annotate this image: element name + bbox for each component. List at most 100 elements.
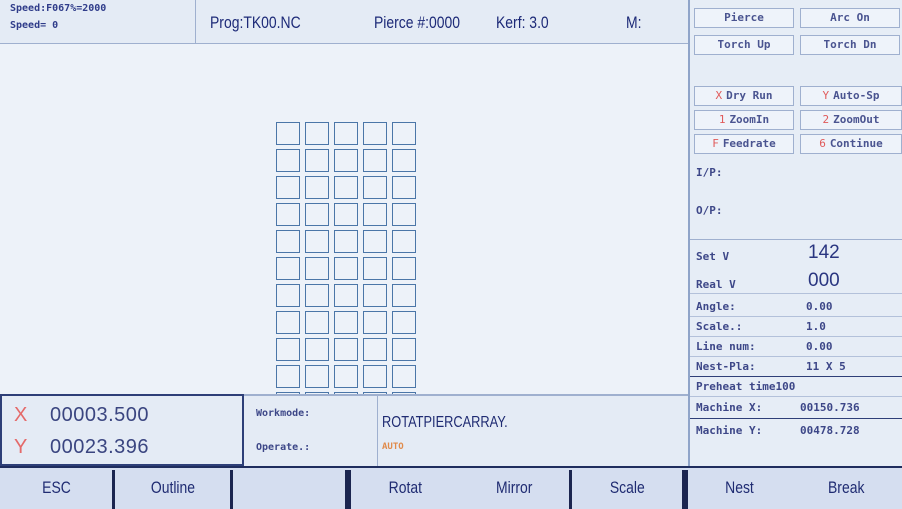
machine-x-label: Machine X: <box>696 401 763 414</box>
nest-plan-value: 11 X 5 <box>806 360 846 373</box>
workmode-values: ROTATPIERCARRAY. AUTO <box>378 394 688 466</box>
break-button[interactable]: Break <box>790 468 902 509</box>
nest-part-cell <box>334 149 358 172</box>
nest-part-cell <box>276 338 300 361</box>
preheat-text: Preheat time100 <box>696 380 796 393</box>
nest-part-cell <box>276 257 300 280</box>
nest-part-cell <box>334 365 358 388</box>
nest-part-cell <box>305 203 329 226</box>
nest-part-cell <box>305 176 329 199</box>
nest-part-cell <box>334 284 358 307</box>
nest-part-cell <box>363 311 387 334</box>
kerf-value: Kerf: 3.0 <box>496 13 549 32</box>
nest-part-cell <box>334 257 358 280</box>
nest-part-cell <box>334 203 358 226</box>
nest-part-cell <box>392 257 416 280</box>
nest-part-cell <box>276 365 300 388</box>
workmode-value: ROTATPIERCARRAY. <box>382 414 508 431</box>
hotkey-1: 1 <box>718 113 726 126</box>
outline-button[interactable]: Outline <box>115 468 230 509</box>
blank-softkey[interactable] <box>233 468 345 509</box>
speed-panel: Speed:F067%=2000 Speed= 0 <box>0 0 196 44</box>
nest-part-cell <box>363 203 387 226</box>
arc-on-button[interactable]: Arc On <box>800 8 900 28</box>
nest-part-cell <box>392 365 416 388</box>
nest-part-cell <box>276 230 300 253</box>
zoom-out-button[interactable]: 2 ZoomOut <box>800 110 902 130</box>
nest-part-cell <box>392 149 416 172</box>
position-readout: X 00003.500 Y 00023.396 <box>0 394 244 466</box>
nest-part-cell <box>276 149 300 172</box>
speed-current: Speed= 0 <box>10 20 59 31</box>
nest-part-cell <box>392 203 416 226</box>
m-code: M: <box>626 13 642 32</box>
nest-part-cell <box>392 284 416 307</box>
nest-part-cell <box>276 284 300 307</box>
zoom-out-label: ZoomOut <box>833 113 880 126</box>
angle-value: 0.00 <box>806 300 833 313</box>
nest-part-cell <box>334 338 358 361</box>
machine-y-label: Machine Y: <box>696 424 763 437</box>
set-voltage-row: Set V 142 <box>690 242 902 266</box>
x-axis-label: X <box>14 404 28 426</box>
y-position-value: 00023.396 <box>50 436 150 458</box>
esc-button[interactable]: ESC <box>0 468 112 509</box>
operate-value: AUTO <box>382 442 404 452</box>
softkey-toolbar: ESC Outline Rotat Mirror Scale Nest Brea… <box>0 466 902 509</box>
nest-part-cell <box>392 122 416 145</box>
line-num-value: 0.00 <box>806 340 833 353</box>
dry-run-button[interactable]: X Dry Run <box>694 86 794 106</box>
nest-part-cell <box>276 203 300 226</box>
nest-plan-row: Nest-Pla: 11 X 5 <box>690 357 902 377</box>
mirror-button[interactable]: Mirror <box>459 468 569 509</box>
angle-row: Angle: 0.00 <box>690 297 902 317</box>
feedrate-button[interactable]: F Feedrate <box>694 134 794 154</box>
nest-part-cell <box>305 311 329 334</box>
input-label: I/P: <box>696 166 723 179</box>
nest-button[interactable]: Nest <box>688 468 790 509</box>
program-status-bar: Prog:TK00.NC Pierce #:0000 Kerf: 3.0 M: <box>196 0 688 44</box>
hotkey-2: 2 <box>822 113 830 126</box>
io-status: I/P: O/P: <box>690 160 902 240</box>
machine-x-row: Machine X: 00150.736 <box>690 397 902 419</box>
operate-label: Operate.: <box>256 442 311 453</box>
nest-part-cell <box>363 257 387 280</box>
nest-part-cell <box>305 284 329 307</box>
auto-speed-label: Auto-Sp <box>833 89 880 102</box>
nest-part-cell <box>334 176 358 199</box>
y-axis-label: Y <box>14 436 28 458</box>
nest-plan-label: Nest-Pla: <box>696 360 756 373</box>
nest-part-cell <box>363 149 387 172</box>
nest-part-cell <box>276 311 300 334</box>
rotate-button[interactable]: Rotat <box>351 468 459 509</box>
pierce-count: Pierce #:0000 <box>374 13 461 32</box>
nest-part-cell <box>305 122 329 145</box>
scale-button[interactable]: Scale <box>572 468 682 509</box>
machine-y-row: Machine Y: 00478.728 <box>690 420 902 444</box>
angle-label: Angle: <box>696 300 736 313</box>
torch-down-button[interactable]: Torch Dn <box>800 35 900 55</box>
nest-part-cell <box>392 230 416 253</box>
hotkey-x: X <box>715 89 723 102</box>
nest-part-cell <box>392 338 416 361</box>
zoom-in-button[interactable]: 1 ZoomIn <box>694 110 794 130</box>
pierce-button[interactable]: Pierce <box>694 8 794 28</box>
real-voltage-value: 000 <box>808 270 840 291</box>
machine-x-value: 00150.736 <box>800 401 860 414</box>
real-voltage-label: Real V <box>696 278 736 291</box>
hotkey-f: F <box>712 137 719 150</box>
auto-speed-button[interactable]: Y Auto-Sp <box>800 86 902 106</box>
continue-button[interactable]: 6 Continue <box>800 134 902 154</box>
nest-part-cell <box>305 257 329 280</box>
nest-part-cell <box>305 338 329 361</box>
nest-part-cell <box>363 176 387 199</box>
cutting-preview-canvas[interactable] <box>0 44 688 415</box>
scale-row: Scale.: 1.0 <box>690 317 902 337</box>
torch-up-button[interactable]: Torch Up <box>694 35 794 55</box>
workmode-label: Workmode: <box>256 408 311 419</box>
program-name: Prog:TK00.NC <box>210 13 301 32</box>
nest-part-cell <box>334 122 358 145</box>
set-voltage-label: Set V <box>696 250 730 263</box>
nest-part-cell <box>276 122 300 145</box>
nest-part-cell <box>363 338 387 361</box>
